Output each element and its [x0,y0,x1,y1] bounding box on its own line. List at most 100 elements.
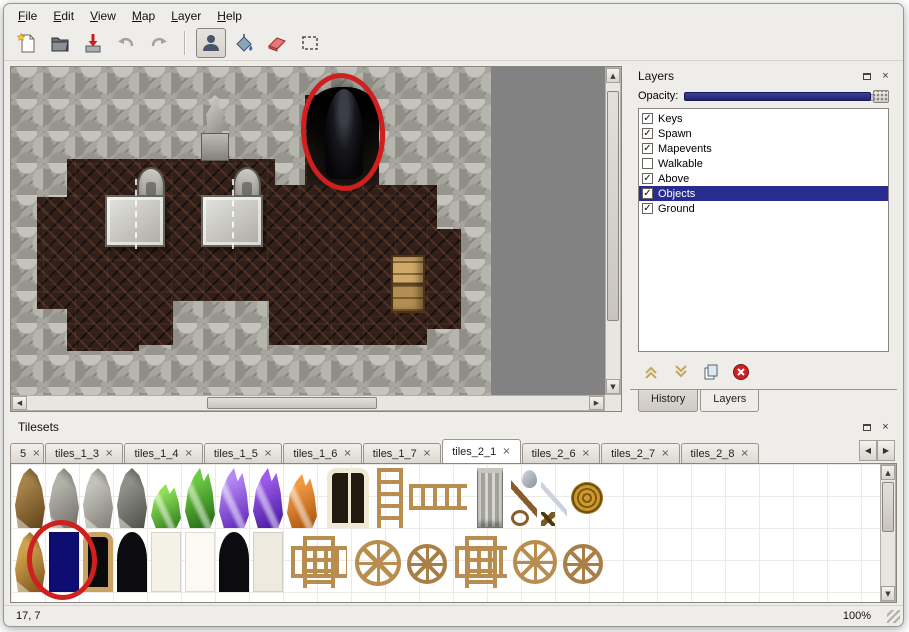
close-tab-icon[interactable]: × [32,448,40,459]
layer-visibility-checkbox[interactable]: ✓ [642,173,653,184]
tileset-canvas[interactable] [11,464,880,602]
tileset-tile-arch[interactable] [117,532,147,592]
layer-visibility-checkbox[interactable]: ✓ [642,128,653,139]
close-tab-icon[interactable]: × [264,448,272,459]
fill-tool-button[interactable] [229,28,259,58]
tileset-tile-shovel[interactable] [511,470,537,526]
menu-file[interactable]: File [10,7,45,25]
tileset-tile-track-cross[interactable] [455,536,507,588]
map-vertical-scrollbar[interactable]: ▲ ▼ [605,67,621,395]
save-map-button[interactable] [78,28,108,58]
scroll-track[interactable] [606,83,620,379]
tileset-tile-flat[interactable] [151,532,181,592]
scroll-track[interactable] [881,480,895,586]
scroll-left-button[interactable]: ◀ [12,396,27,410]
tileset-tile-wheel[interactable] [563,544,603,584]
layer-visibility-checkbox[interactable] [642,158,653,169]
new-file-button[interactable] [12,28,42,58]
tileset-tile-wheel[interactable] [355,540,401,586]
scroll-track[interactable] [27,396,589,410]
raise-layer-button[interactable] [640,361,662,383]
close-tab-icon[interactable]: × [184,448,192,459]
resize-grip[interactable] [887,610,900,623]
tileset-tile-rope[interactable] [571,482,603,514]
tileset-tab-tiles_2_8[interactable]: tiles_2_8× [681,443,759,463]
scroll-thumb[interactable] [607,91,619,321]
close-tab-icon[interactable]: × [105,448,113,459]
undo-button[interactable] [111,28,141,58]
tileset-tab-tiles_1_7[interactable]: tiles_1_7× [363,443,441,463]
tileset-tile-rock[interactable] [49,468,79,528]
tileset-tile-crystal[interactable] [151,484,181,528]
tileset-tile-flat[interactable] [253,532,283,592]
tileset-tile-column[interactable] [477,468,503,528]
tileset-tile-crystal[interactable] [185,468,215,528]
layer-row-mapevents[interactable]: ✓Mapevents [639,141,888,156]
layer-visibility-checkbox[interactable]: ✓ [642,143,653,154]
lower-layer-button[interactable] [670,361,692,383]
opacity-slider-handle[interactable] [873,90,889,103]
map-horizontal-scrollbar[interactable]: ◀ ▶ [11,395,605,411]
tilesets-close-button[interactable]: × [878,420,893,435]
close-tab-icon[interactable]: × [582,448,590,459]
tileset-tab-tiles_2_6[interactable]: tiles_2_6× [522,443,600,463]
opacity-slider[interactable] [684,89,889,103]
tileset-tile-rock[interactable] [117,468,147,528]
eraser-tool-button[interactable] [262,28,292,58]
menu-view[interactable]: View [82,7,124,25]
close-tab-icon[interactable]: × [661,448,669,459]
tileset-vertical-scrollbar[interactable]: ▲ ▼ [880,464,896,602]
scroll-up-button[interactable]: ▲ [606,68,620,83]
layer-visibility-checkbox[interactable]: ✓ [642,203,653,214]
panel-tab-history[interactable]: History [638,390,698,412]
layers-close-button[interactable]: × [878,69,893,84]
layer-row-objects[interactable]: ✓Objects [639,186,888,201]
scroll-thumb[interactable] [207,397,377,409]
tab-scroll-right-button[interactable]: ▶ [877,440,895,461]
delete-layer-button[interactable] [730,361,752,383]
tileset-tab-5[interactable]: 5× [10,443,44,463]
tileset-tile-door-light[interactable] [327,468,369,528]
tileset-tile-arch[interactable] [219,532,249,592]
panel-tab-layers[interactable]: Layers [700,390,759,412]
scroll-up-button[interactable]: ▲ [881,465,895,480]
tileset-tile-crystal[interactable] [287,474,317,528]
scroll-thumb[interactable] [882,482,894,532]
tileset-tile-wheel[interactable] [513,540,557,584]
select-tool-button[interactable] [295,28,325,58]
tab-scroll-left-button[interactable]: ◀ [859,440,877,461]
tileset-tab-tiles_1_6[interactable]: tiles_1_6× [283,443,361,463]
menu-edit[interactable]: Edit [45,7,82,25]
tileset-tile-crystal[interactable] [219,468,249,528]
tileset-tile-flat[interactable] [185,532,215,592]
layer-row-above[interactable]: ✓Above [639,171,888,186]
tileset-tile-track-cross[interactable] [291,536,347,588]
layer-visibility-checkbox[interactable]: ✓ [642,113,653,124]
scroll-down-button[interactable]: ▼ [606,379,620,394]
close-tab-icon[interactable]: × [502,446,510,457]
menu-layer[interactable]: Layer [163,7,209,25]
close-tab-icon[interactable]: × [741,448,749,459]
layer-row-keys[interactable]: ✓Keys [639,111,888,126]
tileset-tile-track-v[interactable] [377,468,403,528]
layer-row-ground[interactable]: ✓Ground [639,201,888,216]
redo-button[interactable] [144,28,174,58]
tileset-tile-rock[interactable] [15,468,45,528]
menu-map[interactable]: Map [124,7,163,25]
open-map-button[interactable] [45,28,75,58]
map-view[interactable]: ▲ ▼ ◀ ▶ [10,66,622,412]
tileset-tile-crystal[interactable] [253,468,283,528]
layer-row-walkable[interactable]: Walkable [639,156,888,171]
tileset-tile-rock[interactable] [83,468,113,528]
tileset-tile-track-h[interactable] [409,484,467,510]
scroll-down-button[interactable]: ▼ [881,586,895,601]
layers-float-button[interactable] [859,69,874,84]
layer-visibility-checkbox[interactable]: ✓ [642,188,653,199]
scroll-right-button[interactable]: ▶ [589,396,604,410]
tileset-tile-sword[interactable] [541,470,567,526]
tileset-tab-tiles_1_5[interactable]: tiles_1_5× [204,443,282,463]
tileset-tab-tiles_2_7[interactable]: tiles_2_7× [601,443,679,463]
duplicate-layer-button[interactable] [700,361,722,383]
layer-row-spawn[interactable]: ✓Spawn [639,126,888,141]
tileset-tile-wheel[interactable] [407,544,447,584]
